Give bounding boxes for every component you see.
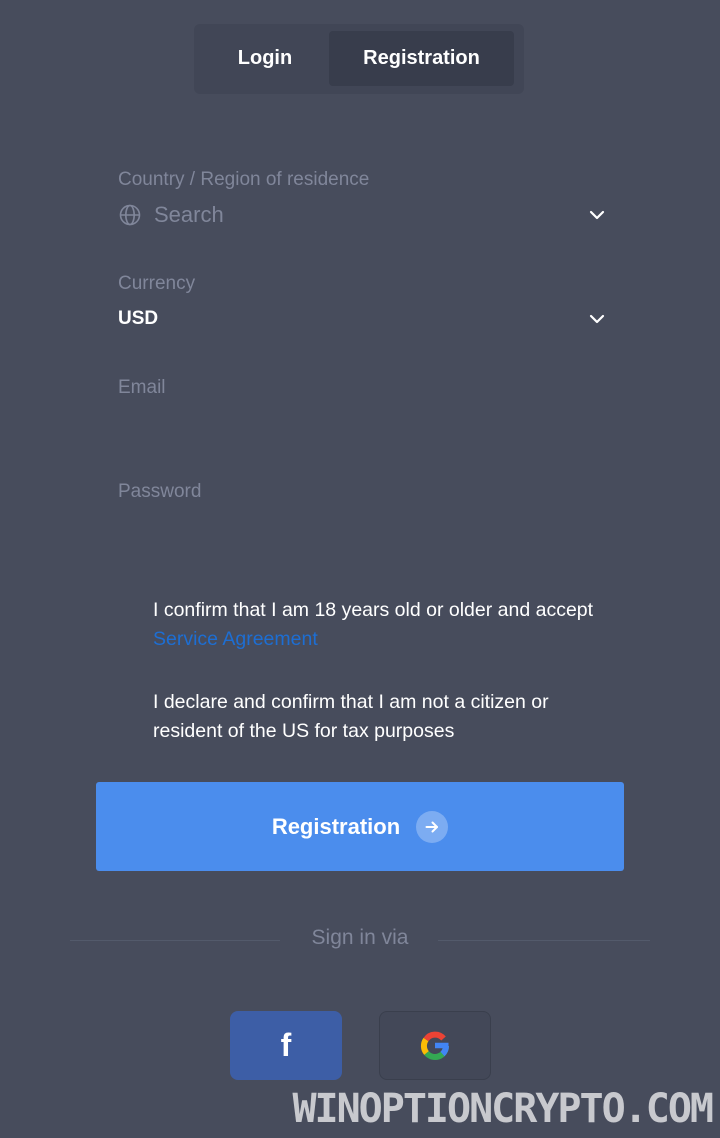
- currency-label: Currency: [118, 273, 196, 294]
- google-icon: [420, 1031, 450, 1060]
- email-input[interactable]: [118, 400, 608, 450]
- tab-login[interactable]: Login: [201, 31, 329, 86]
- tax-declaration-checkbox[interactable]: I declare and confirm that I am not a ci…: [153, 688, 623, 746]
- facebook-icon: f: [280, 1027, 292, 1063]
- password-field: Password: [118, 480, 608, 554]
- auth-tabs: Login Registration: [194, 24, 524, 94]
- service-agreement-link[interactable]: Service Agreement: [153, 625, 318, 654]
- globe-icon: [119, 204, 141, 226]
- email-field: Email: [118, 376, 608, 450]
- currency-field: Currency USD: [118, 272, 608, 336]
- registration-submit-label: Registration: [271, 813, 401, 839]
- country-select[interactable]: Search: [118, 198, 608, 232]
- divider-left: [70, 940, 280, 941]
- tab-registration[interactable]: Registration: [329, 31, 514, 86]
- age-agreement-text: I confirm that I am 18 years old or olde…: [153, 599, 594, 621]
- password-input[interactable]: [118, 504, 608, 554]
- facebook-login-button[interactable]: f: [230, 1011, 342, 1080]
- google-login-button[interactable]: [379, 1011, 491, 1080]
- country-label: Country / Region of residence: [118, 169, 370, 190]
- registration-submit-button[interactable]: Registration: [96, 782, 624, 871]
- email-label: Email: [118, 377, 166, 398]
- country-search-input[interactable]: Search: [154, 202, 224, 228]
- divider-right: [438, 940, 650, 941]
- country-field: Country / Region of residence Search: [118, 168, 608, 232]
- currency-select[interactable]: USD: [118, 302, 608, 336]
- watermark: WINOPTIONCRYPTO.COM: [292, 1086, 714, 1132]
- tax-declaration-text: I declare and confirm that I am not a ci…: [153, 691, 549, 742]
- sign-in-via-heading: Sign in via: [311, 926, 409, 949]
- chevron-down-icon[interactable]: [588, 310, 606, 328]
- currency-value: USD: [118, 308, 159, 329]
- password-label: Password: [118, 481, 202, 502]
- age-agreement-checkbox[interactable]: I confirm that I am 18 years old or olde…: [153, 596, 623, 654]
- chevron-down-icon[interactable]: [588, 206, 606, 224]
- arrow-right-icon: [416, 810, 449, 843]
